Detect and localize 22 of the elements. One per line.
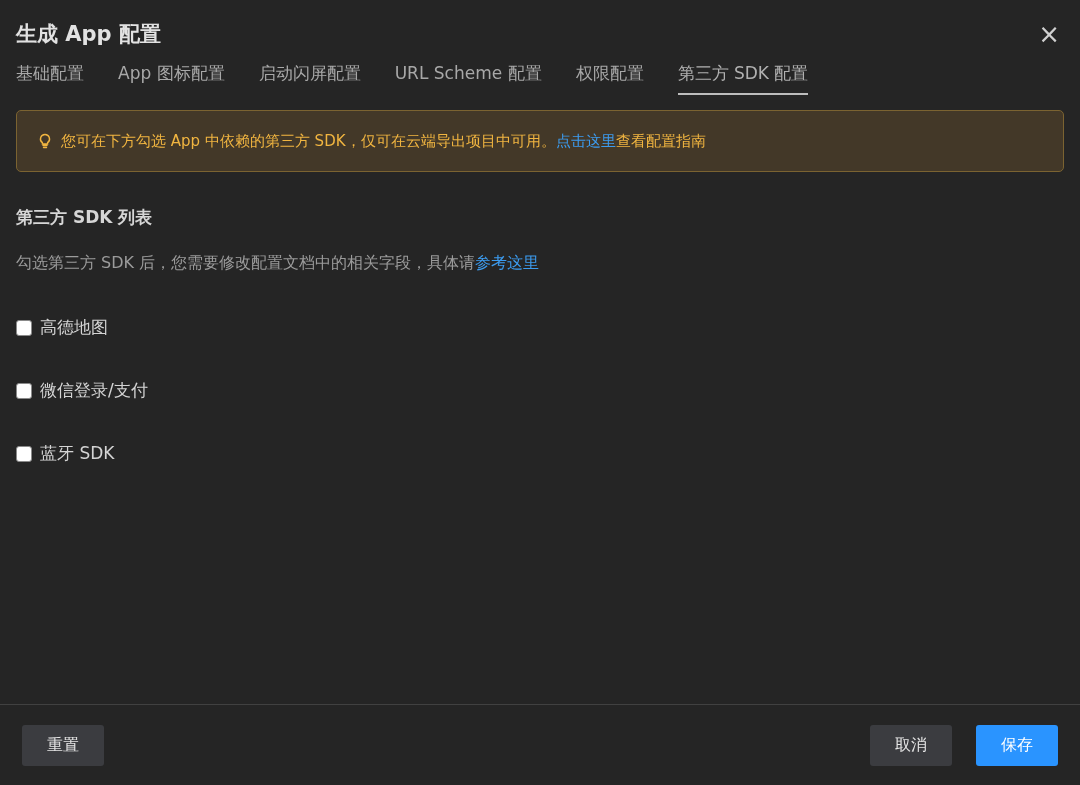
- checkbox[interactable]: [16, 319, 32, 336]
- section-title: 第三方 SDK 列表: [16, 206, 154, 229]
- close-button[interactable]: ×: [1034, 21, 1064, 47]
- tab[interactable]: URL Scheme 配置: [394, 58, 542, 95]
- tab[interactable]: 第三方 SDK 配置: [677, 58, 809, 95]
- lightbulb-icon: [37, 133, 53, 149]
- tab[interactable]: 启动闪屏配置: [258, 58, 361, 95]
- checkbox[interactable]: [16, 445, 32, 462]
- dialog-title: 生成 App 配置: [16, 21, 161, 48]
- guide-link[interactable]: 点击这里: [555, 131, 616, 150]
- action-button[interactable]: 取消: [870, 724, 952, 766]
- tab[interactable]: 基础配置: [16, 58, 84, 95]
- action-button[interactable]: 重置: [22, 724, 104, 766]
- tab[interactable]: App 图标配置: [118, 58, 225, 95]
- notice-text: 您可在下方勾选 App 中依赖的第三方 SDK，仅可在云端导出项目中可用。点击这里查看配置指南: [61, 131, 706, 151]
- tab[interactable]: 权限配置: [575, 58, 644, 95]
- section-description: 勾选第三方 SDK 后，您需要修改配置文档中的相关字段，具体请参考这里: [16, 253, 541, 274]
- checkbox-label: 蓝牙 SDK: [40, 442, 115, 465]
- checkbox-label: 高德地图: [40, 316, 108, 339]
- checkbox-label: 微信登录/支付: [40, 379, 148, 402]
- reference-link[interactable]: 参考这里: [475, 253, 540, 272]
- checkbox[interactable]: [16, 382, 32, 399]
